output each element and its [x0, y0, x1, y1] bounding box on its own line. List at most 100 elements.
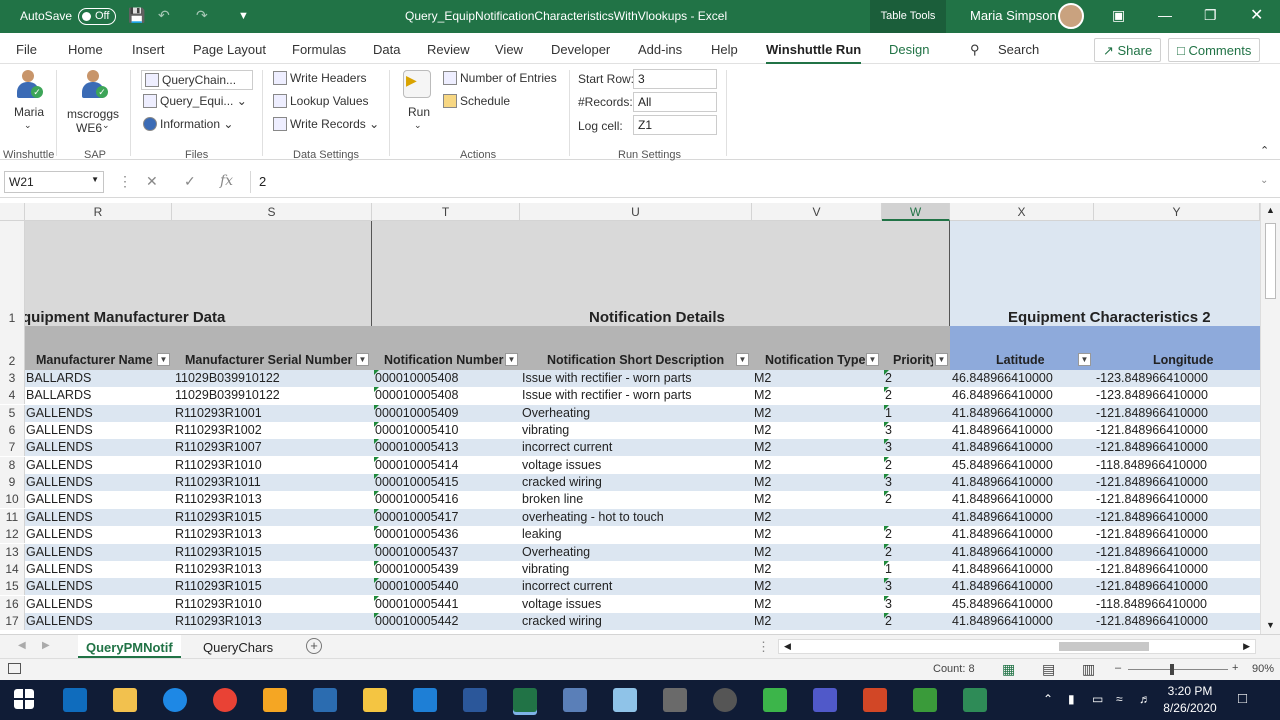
- chevron-down-icon[interactable]: ⌄: [24, 120, 32, 131]
- search-icon[interactable]: ⚲: [970, 42, 980, 58]
- scroll-down-icon[interactable]: ▼: [1266, 620, 1275, 630]
- table-cell[interactable]: 000010005442: [375, 614, 520, 628]
- table-cell[interactable]: 1: [885, 562, 945, 576]
- notes-icon[interactable]: [613, 688, 637, 712]
- tab-help[interactable]: Help: [711, 42, 738, 57]
- information-dropdown[interactable]: Information ⌄: [143, 117, 233, 131]
- table-cell[interactable]: 2: [885, 371, 945, 385]
- table-cell[interactable]: BALLARDS: [26, 371, 171, 385]
- table-cell[interactable]: Overheating: [522, 545, 750, 559]
- table-cell[interactable]: GALLENDS: [26, 406, 171, 420]
- sticky-app-icon[interactable]: [263, 688, 287, 712]
- table-cell[interactable]: 41.848966410000: [952, 527, 1092, 541]
- filter-dropdown-icon[interactable]: ▼: [866, 353, 879, 366]
- insert-function-icon[interactable]: fx: [220, 173, 233, 189]
- spreadsheet-grid[interactable]: quipment Manufacturer Data Notification …: [25, 221, 1260, 634]
- table-cell[interactable]: 000010005436: [375, 527, 520, 541]
- notifications-icon[interactable]: □: [1238, 690, 1247, 707]
- table-cell[interactable]: M2: [754, 527, 879, 541]
- table-cell[interactable]: Issue with rectifier - worn parts: [522, 371, 750, 385]
- table-row[interactable]: GALLENDS R110293R1015 000010005440 incorrec…: [25, 578, 1260, 596]
- table-cell[interactable]: -121.848966410000: [1096, 579, 1256, 593]
- row-header[interactable]: 6: [0, 422, 25, 440]
- zoom-level[interactable]: 90%: [1252, 663, 1274, 675]
- xbox-icon[interactable]: [713, 688, 737, 712]
- name-box[interactable]: W21 ▼: [4, 171, 104, 193]
- table-cell[interactable]: -123.848966410000: [1096, 388, 1256, 402]
- sap-user-button[interactable]: mscroggs: [67, 107, 119, 121]
- table-row[interactable]: GALLENDS R110293R1007 000010005413 incorrec…: [25, 439, 1260, 457]
- comments-button[interactable]: □ Comments: [1168, 38, 1261, 62]
- table-row[interactable]: GALLENDS R110293R1001 000010005409 Overheat…: [25, 404, 1260, 422]
- table-cell[interactable]: 000010005414: [375, 458, 520, 472]
- power-icon[interactable]: ▭: [1092, 692, 1103, 706]
- prev-sheet-icon[interactable]: ◀: [18, 640, 26, 651]
- table-cell[interactable]: 41.848966410000: [952, 423, 1092, 437]
- clock-time[interactable]: 3:20 PM: [1164, 684, 1216, 698]
- network-app-icon[interactable]: [563, 688, 587, 712]
- table-cell[interactable]: GALLENDS: [26, 545, 171, 559]
- table-row[interactable]: GALLENDS R110293R1015 000010005417 overheat…: [25, 508, 1260, 526]
- table-cell[interactable]: vibrating: [522, 423, 750, 437]
- autosave-toggle[interactable]: Off: [78, 8, 116, 25]
- table-cell[interactable]: 41.848966410000: [952, 475, 1092, 489]
- table-cell[interactable]: leaking: [522, 527, 750, 541]
- tab-formulas[interactable]: Formulas: [292, 42, 346, 57]
- table-cell[interactable]: 3: [885, 475, 945, 489]
- table-cell[interactable]: 000010005408: [375, 371, 520, 385]
- table-cell[interactable]: GALLENDS: [26, 614, 171, 628]
- file-explorer-icon[interactable]: [113, 688, 137, 712]
- table-cell[interactable]: 41.848966410000: [952, 562, 1092, 576]
- tab-design[interactable]: Design: [889, 42, 929, 57]
- querychain-dropdown[interactable]: QueryChain...: [141, 70, 253, 90]
- start-row-input[interactable]: 3: [633, 69, 717, 89]
- table-cell[interactable]: M2: [754, 440, 879, 454]
- table-cell[interactable]: 41.848966410000: [952, 614, 1092, 628]
- table-cell[interactable]: M2: [754, 475, 879, 489]
- table-cell[interactable]: 45.848966410000: [952, 597, 1092, 611]
- table-cell[interactable]: vibrating: [522, 562, 750, 576]
- write-records-dropdown[interactable]: Write Records ⌄: [273, 117, 379, 131]
- table-cell[interactable]: R110293R1015: [175, 545, 370, 559]
- table-cell[interactable]: 41.848966410000: [952, 492, 1092, 506]
- table-cell[interactable]: 000010005417: [375, 510, 520, 524]
- row-header[interactable]: 17: [0, 612, 25, 630]
- table-cell[interactable]: -121.848966410000: [1096, 440, 1256, 454]
- tab-file[interactable]: File: [16, 42, 37, 57]
- table-cell[interactable]: R110293R1001: [175, 406, 370, 420]
- row-header[interactable]: 12: [0, 526, 25, 544]
- row-header[interactable]: 4: [0, 387, 25, 405]
- table-cell[interactable]: GALLENDS: [26, 458, 171, 472]
- table-row[interactable]: GALLENDS R110293R1013 000010005436 leaking M…: [25, 526, 1260, 544]
- horizontal-scrollbar[interactable]: ◀ ▶: [778, 639, 1256, 654]
- chevron-down-icon[interactable]: ▼: [91, 175, 99, 184]
- horizontal-scroll-thumb[interactable]: [1059, 642, 1149, 651]
- camtasia-icon[interactable]: [913, 688, 937, 712]
- close-icon[interactable]: ✕: [1250, 5, 1263, 25]
- table-cell[interactable]: BALLARDS: [26, 388, 171, 402]
- table-cell[interactable]: R110293R1013: [175, 492, 370, 506]
- log-cell-input[interactable]: Z1: [633, 115, 717, 135]
- table-cell[interactable]: voltage issues: [522, 597, 750, 611]
- table-cell[interactable]: 3: [885, 423, 945, 437]
- table-cell[interactable]: -121.848966410000: [1096, 562, 1256, 576]
- filter-dropdown-icon[interactable]: ▼: [356, 353, 369, 366]
- search-box[interactable]: Search: [998, 42, 1039, 57]
- tab-winshuttle-run[interactable]: Winshuttle Run: [766, 42, 862, 65]
- scroll-right-icon[interactable]: ▶: [1243, 641, 1250, 652]
- minimize-icon[interactable]: —: [1158, 7, 1172, 23]
- table-cell[interactable]: 3: [885, 440, 945, 454]
- filter-dropdown-icon[interactable]: ▼: [1078, 353, 1091, 366]
- maria-button[interactable]: Maria: [14, 105, 44, 119]
- wifi-icon[interactable]: ≈: [1116, 692, 1123, 706]
- table-cell[interactable]: M2: [754, 423, 879, 437]
- row-header[interactable]: 7: [0, 439, 25, 457]
- table-cell[interactable]: broken line: [522, 492, 750, 506]
- page-break-view-icon[interactable]: ▥: [1082, 661, 1095, 678]
- normal-view-icon[interactable]: ▦: [1002, 661, 1015, 678]
- table-cell[interactable]: M2: [754, 510, 879, 524]
- table-row[interactable]: GALLENDS R110293R1011 000010005415 cracked …: [25, 474, 1260, 492]
- table-cell[interactable]: 11029B039910122: [175, 371, 370, 385]
- table-cell[interactable]: R110293R1013: [175, 614, 370, 628]
- table-cell[interactable]: -118.848966410000: [1096, 458, 1256, 472]
